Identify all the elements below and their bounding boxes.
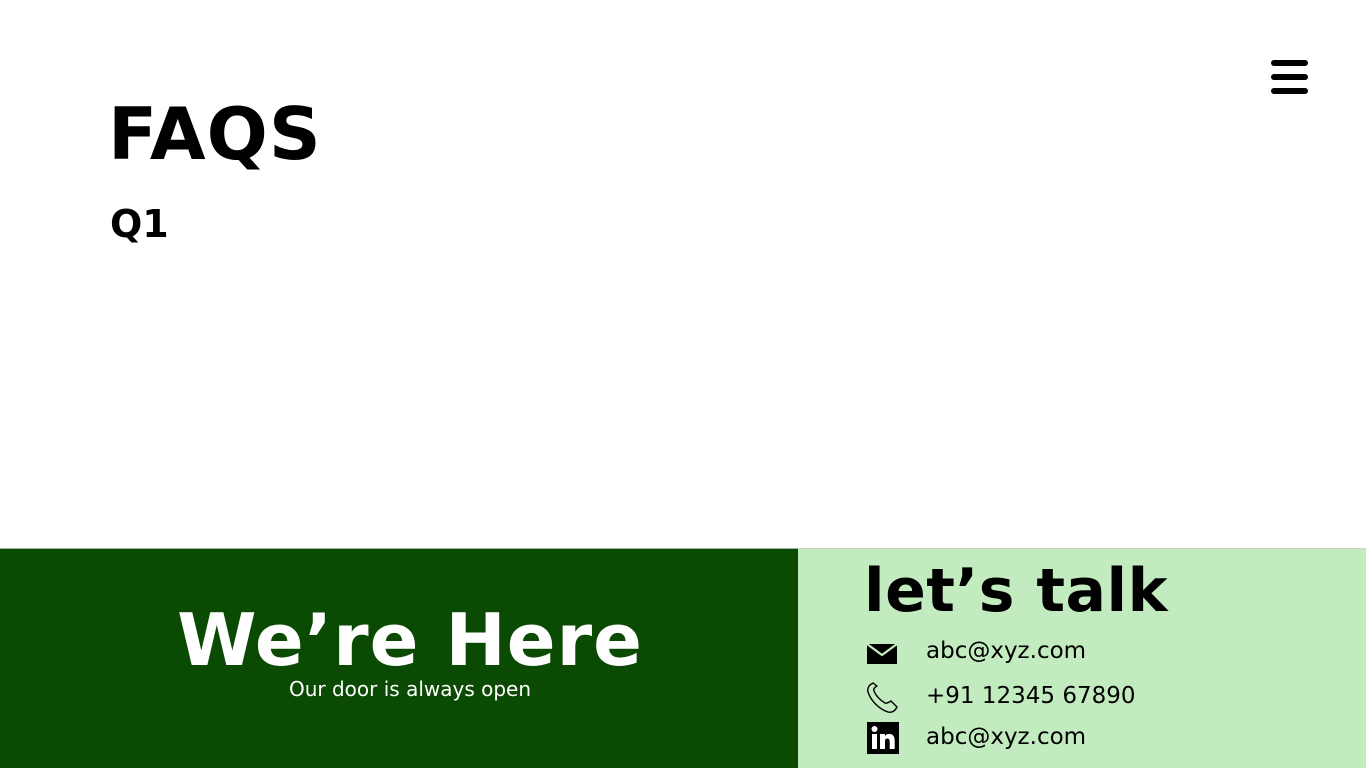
contact-phone-text: +91 12345 67890: [926, 683, 1136, 709]
hamburger-menu-icon-bar-middle: [1271, 74, 1308, 80]
menu-button[interactable]: [1268, 58, 1310, 96]
contact-title: let’s talk: [864, 556, 1168, 626]
contact-linkedin-row[interactable]: abc@xyz.com: [864, 721, 1344, 755]
footer-headline: We’re Here: [177, 598, 643, 682]
hamburger-menu-icon-bar-top: [1271, 60, 1308, 66]
faq-question-1[interactable]: Q1: [110, 205, 169, 243]
contact-linkedin-text: abc@xyz.com: [926, 724, 1087, 750]
footer-left-panel: We’re Here Our door is always open: [0, 548, 798, 768]
contact-email-text: abc@xyz.com: [926, 638, 1087, 664]
contact-email-row[interactable]: abc@xyz.com: [864, 635, 1344, 669]
contact-phone-row[interactable]: +91 12345 67890: [864, 680, 1344, 714]
hamburger-menu-icon-bar-bottom: [1271, 88, 1308, 94]
page-title: FAQS: [108, 92, 322, 176]
phone-icon: [864, 680, 900, 714]
linkedin-icon: [864, 721, 900, 755]
footer-contact-panel: let’s talk abc@xyz.com +91 12345 67890 a…: [798, 548, 1366, 768]
page: FAQS Q1 We’re Here Our door is always op…: [0, 0, 1366, 768]
mail-icon: [864, 635, 900, 669]
footer-tagline: Our door is always open: [288, 677, 532, 701]
